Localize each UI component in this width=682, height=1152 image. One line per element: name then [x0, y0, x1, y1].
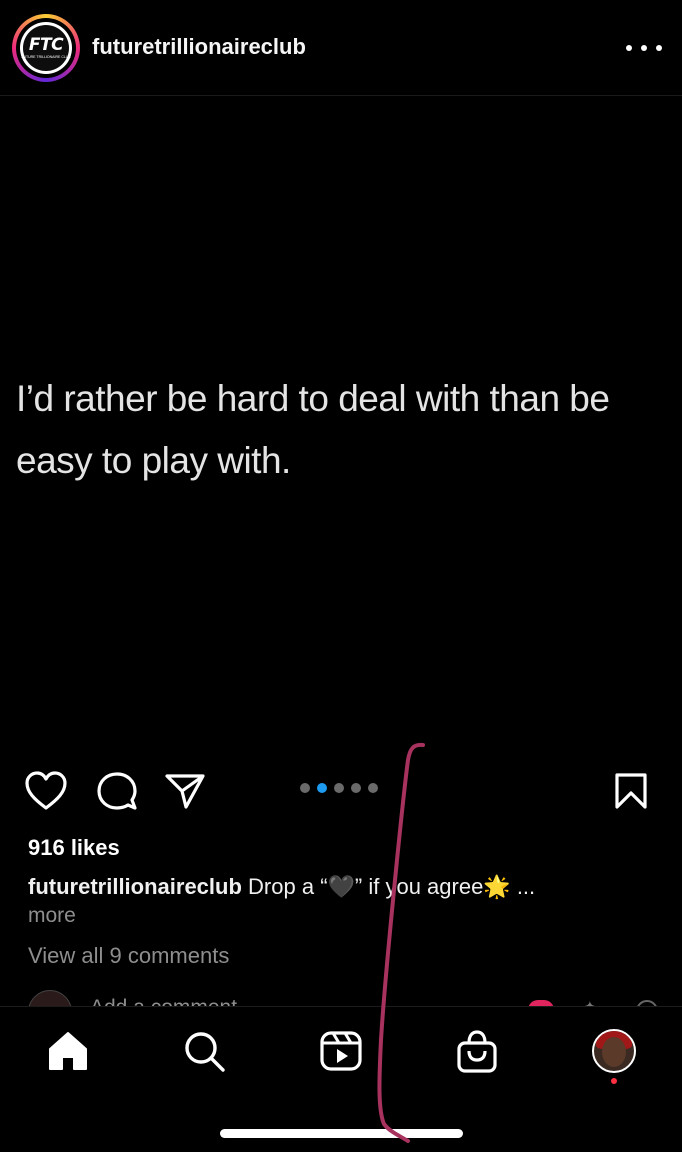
notification-dot	[611, 1078, 617, 1084]
heart-outline-icon[interactable]	[24, 770, 68, 812]
avatar-gap: FTC FUTURE TRILLIONAIRE CLUB	[16, 18, 76, 78]
caption-text: Drop a “🖤” if you agree🌟 ...	[248, 874, 536, 899]
more-dot	[626, 45, 632, 51]
home-filled-icon[interactable]	[44, 1027, 92, 1075]
post-quote-text: I’d rather be hard to deal with than be …	[16, 378, 610, 481]
reels-icon[interactable]	[317, 1027, 365, 1075]
avatar-face	[602, 1037, 626, 1067]
carousel-dot-active	[317, 783, 327, 793]
post-username[interactable]: futuretrillionaireclub	[92, 34, 306, 60]
view-comments-link[interactable]: View all 9 comments	[28, 943, 229, 969]
logo-subtext: FUTURE TRILLIONAIRE CLUB	[21, 55, 71, 59]
paper-plane-icon[interactable]	[164, 771, 206, 811]
carousel-dot	[334, 783, 344, 793]
hand-drawn-annotation-line	[377, 742, 425, 1143]
likes-count[interactable]: 916 likes	[28, 835, 120, 861]
comment-input[interactable]: Add a comment...	[90, 996, 255, 1006]
post-header: FTC FUTURE TRILLIONAIRE CLUB futuretrill…	[0, 0, 682, 96]
avatar: FTC FUTURE TRILLIONAIRE CLUB	[20, 22, 72, 74]
avatar	[28, 990, 72, 1006]
caption-more-link[interactable]: more	[28, 904, 76, 928]
search-icon[interactable]	[180, 1027, 228, 1075]
caption-username[interactable]: futuretrillionaireclub	[28, 874, 242, 899]
ftc-logo: FTC FUTURE TRILLIONAIRE CLUB	[21, 25, 71, 71]
home-indicator[interactable]	[220, 1129, 463, 1138]
carousel-dot	[351, 783, 361, 793]
profile-avatar-icon[interactable]	[592, 1029, 636, 1073]
more-options-icon[interactable]	[626, 36, 662, 60]
story-avatar-ring[interactable]: FTC FUTURE TRILLIONAIRE CLUB	[12, 14, 80, 82]
logo-text: FTC	[28, 35, 64, 55]
comment-bubble-icon[interactable]	[96, 770, 138, 812]
carousel-indicator	[300, 783, 378, 793]
post-caption: futuretrillionaireclub Drop a “🖤” if you…	[28, 874, 668, 900]
more-dot	[641, 45, 647, 51]
clap-emoji-icon[interactable]: ✦	[584, 998, 596, 1006]
add-comment-row[interactable]: Add a comment... ✦	[0, 984, 682, 1006]
shopping-bag-icon[interactable]	[453, 1027, 501, 1075]
carousel-dot	[300, 783, 310, 793]
carousel-dot	[368, 783, 378, 793]
more-dot	[656, 45, 662, 51]
bookmark-outline-icon[interactable]	[612, 772, 650, 810]
